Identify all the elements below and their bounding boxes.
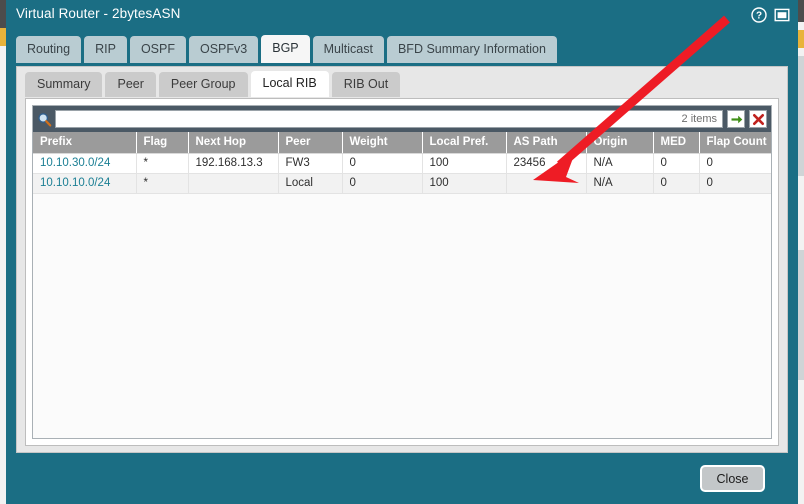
local-rib-panel: 2 items xyxy=(25,98,779,446)
subtab-local-rib[interactable]: Local RIB xyxy=(251,71,329,97)
screen-root: Virtual Router - 2bytesASN ? Rout xyxy=(0,0,804,504)
tab-bfd-summary-information[interactable]: BFD Summary Information xyxy=(387,36,557,63)
cell-flap-count: 0 xyxy=(699,154,772,174)
red-x-icon xyxy=(752,113,765,126)
dialog-title: Virtual Router - 2bytesASN xyxy=(16,6,180,21)
tab-routing[interactable]: Routing xyxy=(16,36,81,63)
grid-filter-bar: 2 items xyxy=(33,106,771,132)
subtab-peer-group[interactable]: Peer Group xyxy=(159,72,248,97)
bgp-sub-tab-strip: Summary Peer Peer Group Local RIB RIB Ou… xyxy=(25,71,400,97)
dialog-titlebar: Virtual Router - 2bytesASN ? xyxy=(6,0,798,31)
item-count-label: 2 items xyxy=(682,113,717,125)
cell-as-path: 23456 xyxy=(506,154,586,174)
subtab-rib-out[interactable]: RIB Out xyxy=(332,72,400,97)
table-row[interactable]: 10.10.10.0/24 * Local 0 100 N/A 0 0 xyxy=(33,174,772,194)
close-button[interactable]: Close xyxy=(700,465,765,492)
tab-ospfv3[interactable]: OSPFv3 xyxy=(189,36,258,63)
virtual-router-dialog: Virtual Router - 2bytesASN ? Rout xyxy=(6,0,798,504)
cell-local-pref: 100 xyxy=(422,154,506,174)
cell-as-path xyxy=(506,174,586,194)
restore-window-icon[interactable] xyxy=(774,7,790,23)
column-header-origin[interactable]: Origin xyxy=(586,132,653,154)
clear-filter-button[interactable] xyxy=(749,110,767,128)
cell-flap-count: 0 xyxy=(699,174,772,194)
apply-filter-button[interactable] xyxy=(727,110,745,128)
cell-origin: N/A xyxy=(586,174,653,194)
cell-med: 0 xyxy=(653,154,699,174)
local-rib-grid: 2 items xyxy=(32,105,772,439)
subtab-summary[interactable]: Summary xyxy=(25,72,102,97)
bgp-panel: Summary Peer Peer Group Local RIB RIB Ou… xyxy=(16,66,788,453)
column-header-weight[interactable]: Weight xyxy=(342,132,422,154)
column-header-as-path[interactable]: AS Path xyxy=(506,132,586,154)
help-circle-icon[interactable]: ? xyxy=(751,7,767,23)
column-header-flap-count[interactable]: Flap Count xyxy=(699,132,772,154)
cell-prefix[interactable]: 10.10.10.0/24 xyxy=(33,174,136,194)
column-header-prefix[interactable]: Prefix xyxy=(33,132,136,154)
tab-bgp[interactable]: BGP xyxy=(261,35,309,63)
green-arrow-icon xyxy=(730,113,743,126)
cell-peer: Local xyxy=(278,174,342,194)
titlebar-actions: ? xyxy=(751,7,790,23)
cell-flag: * xyxy=(136,154,188,174)
cell-next-hop: 192.168.13.3 xyxy=(188,154,278,174)
magnifier-icon[interactable] xyxy=(37,112,52,127)
cell-med: 0 xyxy=(653,174,699,194)
cell-next-hop xyxy=(188,174,278,194)
local-rib-table: Prefix Flag Next Hop Peer Weight Local P… xyxy=(33,132,772,194)
column-header-next-hop[interactable]: Next Hop xyxy=(188,132,278,154)
prefix-link[interactable]: 10.10.10.0/24 xyxy=(40,177,110,189)
column-header-flag[interactable]: Flag xyxy=(136,132,188,154)
column-header-local-pref[interactable]: Local Pref. xyxy=(422,132,506,154)
cell-peer: FW3 xyxy=(278,154,342,174)
dialog-footer: Close xyxy=(6,454,798,504)
tab-multicast[interactable]: Multicast xyxy=(313,36,384,63)
primary-tab-strip: Routing RIP OSPF OSPFv3 BGP Multicast BF… xyxy=(16,35,557,63)
subtab-peer[interactable]: Peer xyxy=(105,72,155,97)
column-header-peer[interactable]: Peer xyxy=(278,132,342,154)
table-row[interactable]: 10.10.30.0/24 * 192.168.13.3 FW3 0 100 2… xyxy=(33,154,772,174)
tab-rip[interactable]: RIP xyxy=(84,36,127,63)
table-header-row: Prefix Flag Next Hop Peer Weight Local P… xyxy=(33,132,772,154)
grid-search-box[interactable]: 2 items xyxy=(55,110,723,128)
cell-local-pref: 100 xyxy=(422,174,506,194)
prefix-link[interactable]: 10.10.30.0/24 xyxy=(40,157,110,169)
cell-origin: N/A xyxy=(586,154,653,174)
cell-prefix[interactable]: 10.10.30.0/24 xyxy=(33,154,136,174)
search-input[interactable] xyxy=(56,111,682,127)
cell-flag: * xyxy=(136,174,188,194)
cell-weight: 0 xyxy=(342,174,422,194)
cell-weight: 0 xyxy=(342,154,422,174)
column-header-med[interactable]: MED xyxy=(653,132,699,154)
svg-text:?: ? xyxy=(756,11,762,22)
tab-ospf[interactable]: OSPF xyxy=(130,36,186,63)
